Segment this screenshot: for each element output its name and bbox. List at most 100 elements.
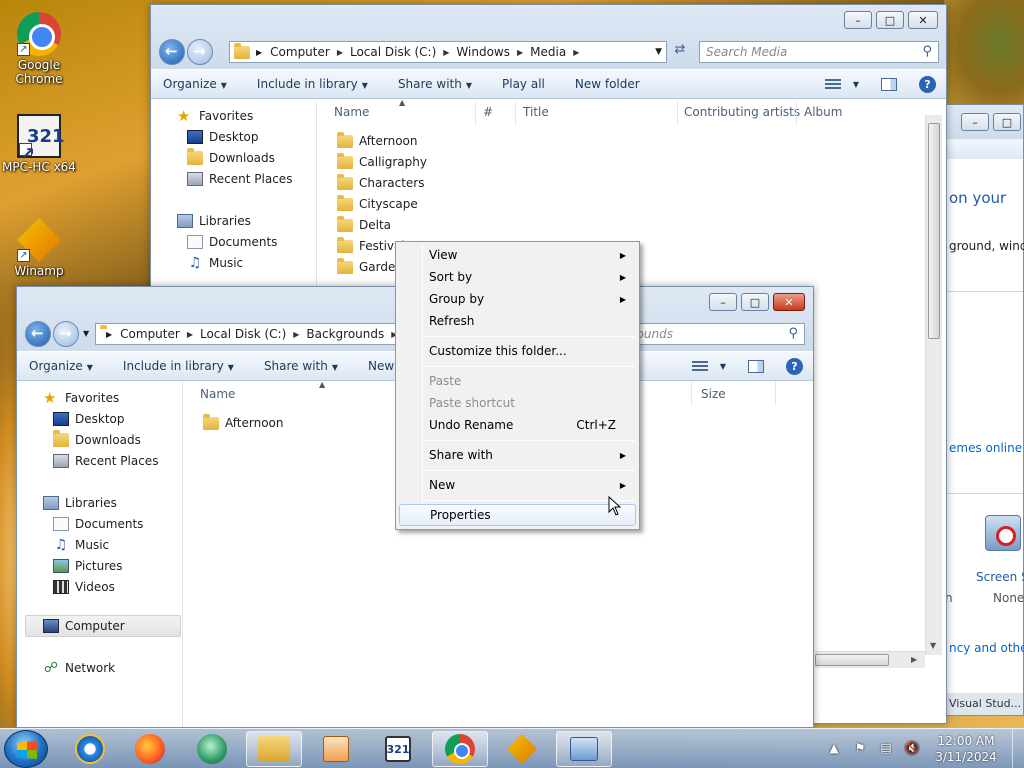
- breadcrumb-windows[interactable]: Windows ▶: [456, 45, 530, 59]
- breadcrumb-computer[interactable]: Computer ▶: [270, 45, 350, 59]
- share-with-button[interactable]: Share with ▼: [398, 77, 472, 91]
- address-bar[interactable]: ▶ Computer ▶ Local Disk (C:) ▶ Windows ▶ Me…: [229, 41, 667, 63]
- menu-item-undo-rename[interactable]: Undo Rename Ctrl+Z: [399, 414, 636, 436]
- close-button[interactable]: ✕: [773, 293, 805, 311]
- menu-item-properties[interactable]: Properties: [399, 504, 636, 526]
- menu-item-view[interactable]: View ▶: [399, 244, 636, 266]
- search-input[interactable]: Search Media ⚲: [699, 41, 939, 63]
- back-button[interactable]: [25, 321, 51, 347]
- list-item[interactable]: Cityscape: [337, 194, 418, 211]
- nav-videos[interactable]: Videos: [53, 580, 115, 594]
- column-header-artists[interactable]: Contributing artists: [684, 105, 800, 119]
- show-hidden-icons-icon[interactable]: ▲: [826, 741, 842, 757]
- nav-libraries[interactable]: Libraries: [43, 496, 117, 510]
- menu-item-refresh[interactable]: Refresh: [399, 310, 636, 332]
- taskbar-firefox[interactable]: [122, 731, 178, 767]
- nav-computer[interactable]: Computer: [43, 619, 125, 633]
- refresh-icon[interactable]: ⇄: [670, 42, 690, 62]
- start-button[interactable]: [4, 730, 48, 768]
- maximize-button[interactable]: □: [876, 11, 904, 29]
- clock[interactable]: 12:00 AM 3/11/2024: [930, 733, 1002, 765]
- help-link[interactable]: ncy and other: [949, 641, 1024, 655]
- themes-online-link[interactable]: emes online: [949, 441, 1022, 455]
- taskbar-mpc-hc[interactable]: 321: [370, 731, 426, 767]
- taskbar-windows-explorer[interactable]: [246, 731, 302, 767]
- column-header-size[interactable]: Size: [701, 387, 726, 401]
- desktop-icon-chrome[interactable]: ↗ Google Chrome: [2, 12, 76, 86]
- maximize-button[interactable]: □: [993, 113, 1021, 131]
- taskbar-winamp[interactable]: [494, 731, 550, 767]
- minimize-button[interactable]: –: [844, 11, 872, 29]
- organize-button[interactable]: Organize ▼: [163, 77, 227, 91]
- views-icon[interactable]: [824, 78, 841, 91]
- column-header-name[interactable]: Name: [334, 105, 369, 119]
- taskbar-media-player[interactable]: [308, 731, 364, 767]
- scrollbar-thumb[interactable]: [928, 123, 940, 339]
- nav-favorites[interactable]: ★ Favorites: [177, 109, 253, 124]
- preview-pane-icon[interactable]: [881, 78, 897, 91]
- nav-documents[interactable]: Documents: [187, 235, 277, 249]
- back-button[interactable]: [159, 39, 185, 65]
- column-header-album[interactable]: Album: [804, 105, 842, 119]
- taskbar-internet-explorer[interactable]: [62, 731, 118, 767]
- menu-item-group-by[interactable]: Group by ▶: [399, 288, 636, 310]
- nav-pictures[interactable]: Pictures: [53, 559, 123, 573]
- play-all-button[interactable]: Play all: [502, 77, 545, 91]
- volume-muted-icon[interactable]: 🔇: [904, 741, 920, 757]
- nav-desktop[interactable]: Desktop: [187, 130, 259, 144]
- nav-recent-places[interactable]: Recent Places: [187, 172, 292, 186]
- taskbar-control-panel[interactable]: [556, 731, 612, 767]
- show-desktop-button[interactable]: [1012, 729, 1024, 768]
- vertical-scrollbar[interactable]: ▼: [925, 115, 942, 655]
- breadcrumb-backgrounds[interactable]: Backgrounds▶: [306, 327, 396, 341]
- control-panel-window[interactable]: – □ on your ground, windo emes online Sc…: [940, 104, 1024, 716]
- nav-music[interactable]: ♫ Music: [53, 538, 109, 552]
- desktop-icon-winamp[interactable]: ↗ Winamp: [2, 218, 76, 278]
- titlebar[interactable]: – □: [941, 105, 1023, 139]
- address-dropdown-icon[interactable]: ▼: [655, 47, 662, 57]
- forward-button[interactable]: [53, 321, 79, 347]
- chevron-down-icon[interactable]: ▼: [720, 362, 726, 371]
- action-center-flag-icon[interactable]: ⚑: [852, 741, 868, 757]
- breadcrumb-local-disk[interactable]: Local Disk (C:) ▶: [350, 45, 456, 59]
- chevron-down-icon[interactable]: ▼: [853, 80, 859, 89]
- list-item[interactable]: Delta: [337, 215, 391, 232]
- taskbar-green-app[interactable]: [184, 731, 240, 767]
- breadcrumb-computer[interactable]: Computer ▶: [120, 327, 200, 341]
- recent-pages-icon[interactable]: ▼: [83, 329, 89, 338]
- desktop-icon-mpc-hc[interactable]: 321 ↗ MPC-HC x64: [2, 114, 76, 174]
- breadcrumb-media[interactable]: Media ▶: [530, 45, 586, 59]
- network-status-icon[interactable]: ▤: [878, 741, 894, 757]
- nav-recent-places[interactable]: Recent Places: [53, 454, 158, 468]
- help-icon[interactable]: ?: [786, 358, 803, 375]
- nav-downloads[interactable]: Downloads: [187, 148, 275, 165]
- views-icon[interactable]: [691, 360, 708, 373]
- include-in-library-button[interactable]: Include in library ▼: [123, 359, 234, 373]
- nav-documents[interactable]: Documents: [53, 517, 143, 531]
- include-in-library-button[interactable]: Include in library ▼: [257, 77, 368, 91]
- list-item[interactable]: Afternoon: [203, 413, 284, 430]
- help-icon[interactable]: ?: [919, 76, 936, 93]
- list-item[interactable]: Characters: [337, 173, 425, 190]
- maximize-button[interactable]: □: [741, 293, 769, 311]
- forward-button[interactable]: [187, 39, 213, 65]
- preview-pane-icon[interactable]: [748, 360, 764, 373]
- nav-network[interactable]: ☍ Network: [43, 661, 115, 675]
- minimize-button[interactable]: –: [961, 113, 989, 131]
- menu-item-share-with[interactable]: Share with ▶: [399, 444, 636, 466]
- screen-saver-icon[interactable]: [985, 515, 1021, 551]
- nav-favorites[interactable]: ★ Favorites: [43, 391, 119, 406]
- nav-downloads[interactable]: Downloads: [53, 430, 141, 447]
- menu-item-sort-by[interactable]: Sort by ▶: [399, 266, 636, 288]
- nav-desktop[interactable]: Desktop: [53, 412, 125, 426]
- taskbar-chrome[interactable]: [432, 731, 488, 767]
- column-header-number[interactable]: #: [483, 105, 493, 119]
- minimize-button[interactable]: –: [709, 293, 737, 311]
- titlebar[interactable]: – □ ✕: [151, 5, 946, 35]
- list-item[interactable]: Afternoon: [337, 131, 418, 148]
- organize-button[interactable]: Organize ▼: [29, 359, 93, 373]
- column-header-title[interactable]: Title: [523, 105, 549, 119]
- new-folder-button[interactable]: New folder: [575, 77, 640, 91]
- breadcrumb-local-disk[interactable]: Local Disk (C:) ▶: [200, 327, 306, 341]
- horizontal-scrollbar[interactable]: ▶: [815, 651, 925, 668]
